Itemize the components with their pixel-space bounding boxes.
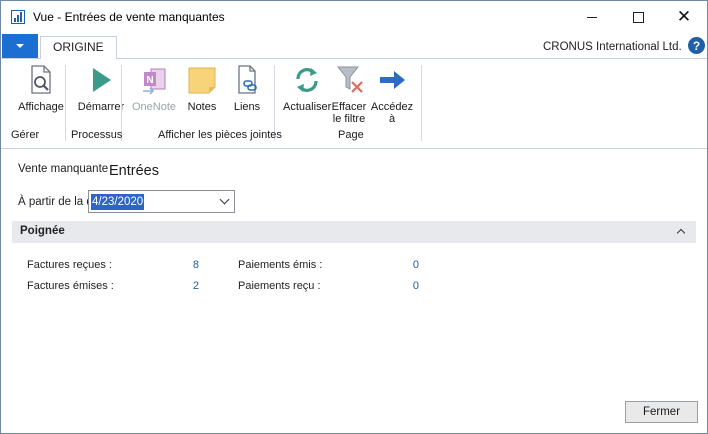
accedez-label: Accédez	[370, 101, 414, 113]
sticky-note-icon	[187, 63, 217, 97]
vente-value: Entrées	[109, 163, 159, 179]
notes-label: Notes	[187, 101, 217, 113]
arrow-right-icon	[377, 63, 407, 97]
liens-button[interactable]: Liens	[227, 63, 267, 113]
tab-origine[interactable]: ORIGINE	[40, 36, 117, 60]
effacer-filtre-button[interactable]: Effacer le filtre	[330, 63, 368, 125]
fermer-button[interactable]: Fermer	[625, 401, 698, 423]
field-value-paiements-recu[interactable]: 0	[389, 280, 419, 292]
dialog-window: Vue - Entrées de vente manquantes ✕ ORIG…	[0, 0, 708, 434]
effacer-filtre-label: Effacer	[331, 101, 367, 113]
demarrer-button[interactable]: Démarrer	[74, 63, 128, 113]
group-page: Page	[338, 129, 364, 141]
ribbon-separator	[65, 65, 66, 141]
group-gerer: Gérer	[11, 129, 40, 141]
demarrer-label: Démarrer	[77, 101, 125, 113]
actualiser-label: Actualiser	[283, 101, 332, 113]
actualiser-button[interactable]: Actualiser	[283, 63, 331, 113]
accedez-label-line2: à	[388, 113, 396, 125]
field-value-factures-emises[interactable]: 2	[169, 280, 199, 292]
liens-label: Liens	[233, 101, 261, 113]
play-icon	[86, 63, 116, 97]
svg-text:N: N	[146, 75, 153, 86]
onenote-button[interactable]: N OneNote	[127, 63, 181, 113]
date-value[interactable]: 4/23/2020	[91, 194, 145, 210]
ribbon-tab-bar: ORIGINE CRONUS International Ltd. ?	[1, 33, 707, 60]
chevron-up-icon[interactable]	[676, 228, 686, 238]
field-label-paiements-emis: Paiements émis :	[238, 259, 323, 271]
field-label-factures-emises: Factures émises :	[27, 280, 114, 292]
app-chart-icon	[11, 10, 25, 24]
maximize-button[interactable]	[615, 1, 661, 33]
field-value-paiements-emis[interactable]: 0	[389, 259, 419, 271]
section-header-poignee[interactable]: Poignée	[12, 221, 696, 243]
window-title: Vue - Entrées de vente manquantes	[33, 10, 225, 24]
chevron-down-icon[interactable]	[219, 194, 230, 205]
ribbon: Affichage Démarrer N OneNote Notes Liens…	[1, 59, 707, 149]
accedez-button[interactable]: Accédez à	[370, 63, 414, 125]
field-label-paiements-recu: Paiements reçu :	[238, 280, 321, 292]
date-dropdown[interactable]: 4/23/2020	[88, 190, 235, 213]
help-icon[interactable]: ?	[688, 37, 705, 54]
affichage-button[interactable]: Affichage	[15, 63, 67, 113]
minimize-button[interactable]	[569, 1, 615, 33]
onenote-label: OneNote	[131, 101, 177, 113]
view-document-icon	[26, 63, 56, 97]
onenote-icon: N	[139, 63, 169, 97]
group-processus: Processus	[71, 129, 123, 141]
company-name: CRONUS International Ltd.	[543, 41, 682, 53]
notes-button[interactable]: Notes	[182, 63, 222, 113]
field-value-factures-recues[interactable]: 8	[169, 259, 199, 271]
effacer-filtre-label-line2: le filtre	[332, 113, 366, 125]
affichage-label: Affichage	[18, 101, 64, 113]
link-document-icon	[232, 63, 262, 97]
title-bar: Vue - Entrées de vente manquantes ✕	[1, 1, 707, 33]
refresh-icon	[292, 63, 322, 97]
clear-filter-icon	[334, 63, 364, 97]
close-window-button[interactable]: ✕	[661, 1, 707, 33]
vente-label: Vente manquante	[18, 163, 109, 175]
section-title: Poignée	[20, 225, 65, 237]
group-pieces-jointes: Afficher les pièces jointes	[158, 129, 282, 141]
ribbon-separator	[421, 65, 422, 141]
field-label-factures-recues: Factures reçues :	[27, 259, 112, 271]
file-menu-button[interactable]	[2, 34, 38, 58]
